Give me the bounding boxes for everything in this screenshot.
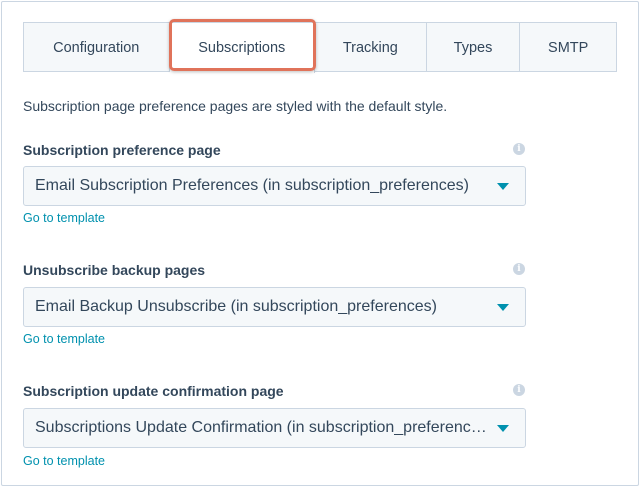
tab-label: Configuration	[53, 39, 140, 56]
settings-tabs: Configuration Subscriptions Tracking Typ…	[23, 22, 617, 73]
unsubscribe-backup-label: Unsubscribe backup pages	[23, 262, 206, 278]
subscription-preference-label: Subscription preference page	[23, 142, 221, 158]
unsubscribe-backup-select[interactable]: Email Backup Unsubscribe (in subscriptio…	[23, 287, 526, 327]
tab-types[interactable]: Types	[426, 23, 521, 72]
go-to-template-link[interactable]: Go to template	[23, 211, 105, 225]
info-icon[interactable]: i	[513, 143, 525, 155]
tab-label: SMTP	[548, 39, 589, 56]
tab-subscriptions[interactable]: Subscriptions	[169, 23, 316, 73]
intro-text: Subscription page preference pages are s…	[23, 98, 448, 114]
tab-tracking[interactable]: Tracking	[315, 23, 427, 72]
tab-configuration[interactable]: Configuration	[24, 23, 170, 72]
tab-smtp[interactable]: SMTP	[520, 23, 617, 72]
select-value: Email Backup Unsubscribe (in subscriptio…	[35, 298, 437, 315]
caret-down-icon	[497, 425, 509, 432]
select-value: Subscriptions Update Confirmation (in su…	[35, 419, 489, 436]
info-icon[interactable]: i	[513, 263, 525, 275]
select-value: Email Subscription Preferences (in subsc…	[35, 177, 469, 194]
tab-label: Subscriptions	[198, 40, 286, 56]
go-to-template-link[interactable]: Go to template	[23, 332, 105, 346]
tab-label: Tracking	[342, 39, 398, 56]
caret-down-icon	[497, 183, 509, 190]
go-to-template-link[interactable]: Go to template	[23, 454, 105, 468]
tab-label: Types	[453, 39, 493, 56]
subscription-preference-select[interactable]: Email Subscription Preferences (in subsc…	[23, 166, 526, 206]
info-icon[interactable]: i	[513, 384, 525, 396]
caret-down-icon	[497, 304, 509, 311]
update-confirmation-select[interactable]: Subscriptions Update Confirmation (in su…	[23, 408, 526, 448]
update-confirmation-label: Subscription update confirmation page	[23, 383, 284, 399]
